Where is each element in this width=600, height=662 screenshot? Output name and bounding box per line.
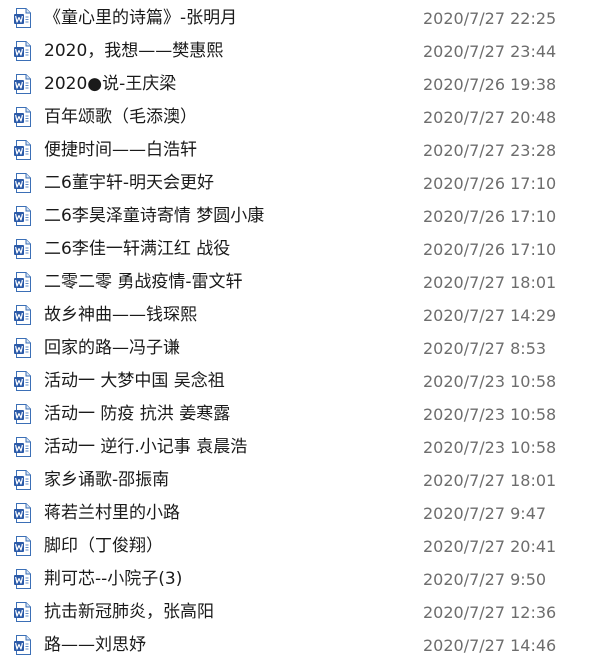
word-document-icon [13,370,33,392]
file-name: 路——刘思妤 [44,635,146,655]
file-name: 二零二零 勇战疫情-雷文轩 [44,272,243,292]
file-row[interactable]: 活动一 防疫 抗洪 姜寒露 2020/7/23 10:58 [0,398,600,431]
file-modified-date: 2020/7/27 22:25 [423,9,557,28]
word-document-icon [13,238,33,260]
file-modified-date: 2020/7/27 9:50 [423,570,547,589]
file-row[interactable]: 二6李昊泽童诗寄情 梦圆小康 2020/7/26 17:10 [0,200,600,233]
file-modified-date: 2020/7/26 17:10 [423,240,557,259]
word-document-icon [13,601,33,623]
word-document-icon [13,403,33,425]
word-document-icon [13,40,33,62]
file-row[interactable]: 家乡诵歌-邵振南 2020/7/27 18:01 [0,464,600,497]
word-document-icon [13,337,33,359]
file-name: 活动一 防疫 抗洪 姜寒露 [44,404,231,424]
file-row[interactable]: 蒋若兰村里的小路 2020/7/27 9:47 [0,497,600,530]
file-modified-date: 2020/7/27 9:47 [423,504,547,523]
file-name: 荆可芯--小院子(3) [44,569,183,589]
file-modified-date: 2020/7/23 10:58 [423,438,557,457]
word-document-icon [13,7,33,29]
file-modified-date: 2020/7/27 14:46 [423,636,557,655]
file-modified-date: 2020/7/27 18:01 [423,471,557,490]
file-row[interactable]: 荆可芯--小院子(3) 2020/7/27 9:50 [0,563,600,596]
word-document-icon [13,172,33,194]
file-name: 二6李佳一轩满江红 战役 [44,239,231,259]
file-modified-date: 2020/7/27 12:36 [423,603,557,622]
file-name: 《童心里的诗篇》-张明月 [44,8,238,28]
file-row[interactable]: 《童心里的诗篇》-张明月 2020/7/27 22:25 [0,2,600,35]
file-name: 故乡神曲——钱琛熙 [44,305,197,325]
word-document-icon [13,304,33,326]
file-row[interactable]: 2020，我想——樊惠熙 2020/7/27 23:44 [0,35,600,68]
file-modified-date: 2020/7/26 17:10 [423,174,557,193]
file-name: 活动一 逆行.小记事 袁晨浩 [44,437,248,457]
file-row[interactable]: 抗击新冠肺炎，张高阳 2020/7/27 12:36 [0,596,600,629]
file-row[interactable]: 百年颂歌（毛添澳） 2020/7/27 20:48 [0,101,600,134]
file-row[interactable]: 活动一 大梦中国 吴念祖 2020/7/23 10:58 [0,365,600,398]
file-name: 2020●说-王庆梁 [44,74,177,94]
file-modified-date: 2020/7/27 14:29 [423,306,557,325]
file-name: 二6李昊泽童诗寄情 梦圆小康 [44,206,265,226]
file-row[interactable]: 2020●说-王庆梁 2020/7/26 19:38 [0,68,600,101]
file-row[interactable]: 活动一 逆行.小记事 袁晨浩 2020/7/23 10:58 [0,431,600,464]
file-name: 百年颂歌（毛添澳） [44,107,197,127]
file-name: 2020，我想——樊惠熙 [44,41,224,61]
word-document-icon [13,271,33,293]
file-modified-date: 2020/7/27 23:44 [423,42,557,61]
word-document-icon [13,436,33,458]
file-row[interactable]: 二6董宇轩-明天会更好 2020/7/26 17:10 [0,167,600,200]
file-modified-date: 2020/7/27 8:53 [423,339,547,358]
word-document-icon [13,535,33,557]
word-document-icon [13,205,33,227]
file-name: 回家的路—冯子谦 [44,338,180,358]
file-modified-date: 2020/7/27 23:28 [423,141,557,160]
file-name: 脚印（丁俊翔） [44,536,163,556]
file-name: 活动一 大梦中国 吴念祖 [44,371,225,391]
file-name: 蒋若兰村里的小路 [44,503,180,523]
file-modified-date: 2020/7/27 18:01 [423,273,557,292]
file-row[interactable]: 便捷时间——白浩轩 2020/7/27 23:28 [0,134,600,167]
file-list: 《童心里的诗篇》-张明月 2020/7/27 22:25 2020，我想——樊惠… [0,2,600,662]
file-name: 二6董宇轩-明天会更好 [44,173,214,193]
file-row[interactable]: 二6李佳一轩满江红 战役 2020/7/26 17:10 [0,233,600,266]
file-row[interactable]: 二零二零 勇战疫情-雷文轩 2020/7/27 18:01 [0,266,600,299]
word-document-icon [13,139,33,161]
file-name: 家乡诵歌-邵振南 [44,470,170,490]
word-document-icon [13,634,33,656]
file-modified-date: 2020/7/23 10:58 [423,405,557,424]
file-row[interactable]: 回家的路—冯子谦 2020/7/27 8:53 [0,332,600,365]
file-name: 抗击新冠肺炎，张高阳 [44,602,214,622]
word-document-icon [13,469,33,491]
file-name: 便捷时间——白浩轩 [44,140,197,160]
file-modified-date: 2020/7/26 19:38 [423,75,557,94]
file-modified-date: 2020/7/27 20:41 [423,537,557,556]
word-document-icon [13,106,33,128]
word-document-icon [13,73,33,95]
file-modified-date: 2020/7/27 20:48 [423,108,557,127]
file-row[interactable]: 路——刘思妤 2020/7/27 14:46 [0,629,600,662]
file-modified-date: 2020/7/23 10:58 [423,372,557,391]
word-document-icon [13,568,33,590]
file-row[interactable]: 故乡神曲——钱琛熙 2020/7/27 14:29 [0,299,600,332]
file-row[interactable]: 脚印（丁俊翔） 2020/7/27 20:41 [0,530,600,563]
file-modified-date: 2020/7/26 17:10 [423,207,557,226]
word-document-icon [13,502,33,524]
